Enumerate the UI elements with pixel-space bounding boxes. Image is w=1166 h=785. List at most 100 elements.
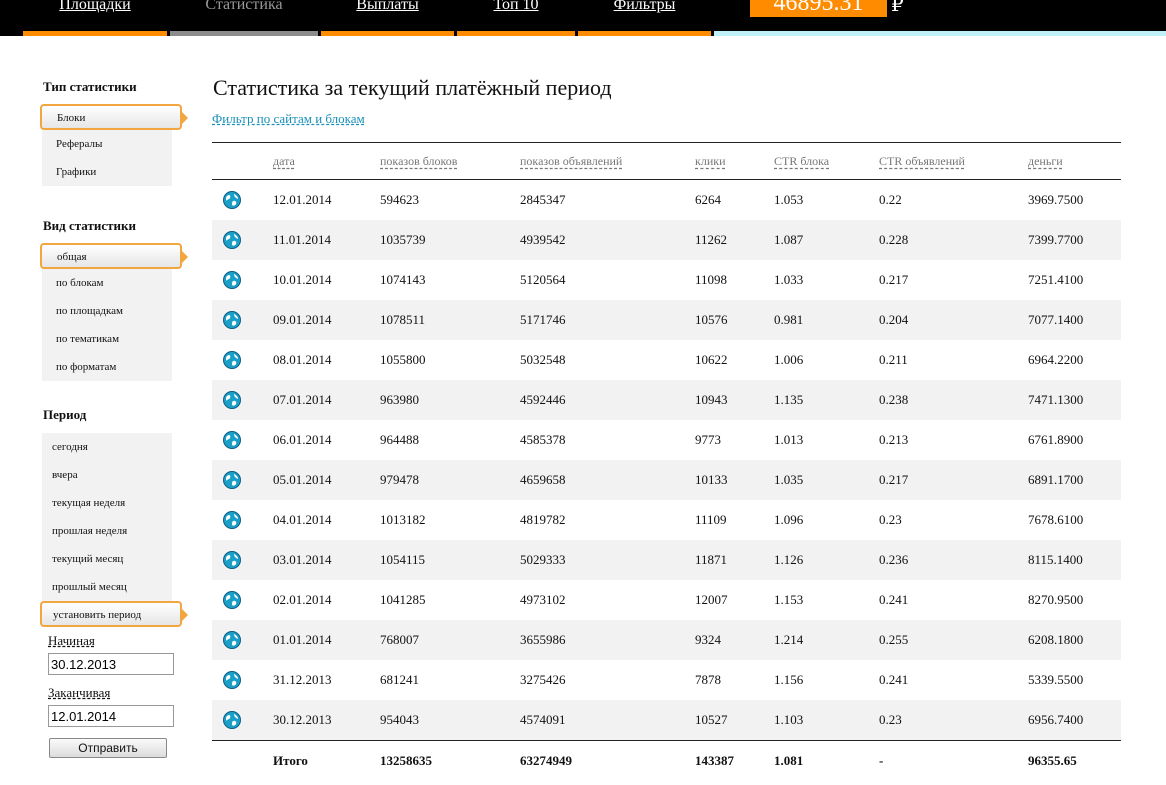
stat-view-by-platforms[interactable]: по площадкам [42, 297, 172, 325]
globe-icon[interactable] [222, 470, 242, 490]
cell-ctr-block: 1.103 [774, 712, 804, 727]
cell-ctr-block: 0.981 [774, 312, 804, 327]
globe-icon[interactable] [222, 670, 242, 690]
period-this-month[interactable]: текущий месяц [42, 545, 172, 573]
nav-item-payouts[interactable]: Выплаты [321, 0, 454, 36]
cell-ctr-ads: 0.23 [879, 712, 902, 727]
globe-icon[interactable] [222, 630, 242, 650]
cell-ad-views: 4574091 [520, 712, 566, 727]
cell-date: 10.01.2014 [273, 272, 332, 287]
total-block-views: 13258635 [380, 753, 432, 768]
cell-block-views: 1078511 [380, 312, 426, 327]
globe-icon[interactable] [222, 270, 242, 290]
cell-ctr-ads: 0.204 [879, 312, 909, 327]
cell-date: 09.01.2014 [273, 312, 332, 327]
column-header-ctr-block[interactable]: CTR блока [774, 143, 829, 180]
cell-block-views: 964488 [380, 432, 419, 447]
period-today[interactable]: сегодня [42, 433, 172, 461]
cell-clicks: 10622 [695, 352, 728, 367]
stat-type-referrals[interactable]: Рефералы [42, 130, 172, 158]
cell-ctr-block: 1.033 [774, 272, 804, 287]
table-row: 10.01.2014 1074143 5120564 11098 1.033 0.217 7… [212, 260, 1121, 300]
cell-ctr-ads: 0.211 [879, 352, 908, 367]
globe-icon[interactable] [222, 350, 242, 370]
globe-icon[interactable] [222, 230, 242, 250]
cell-money: 6964.2200 [1028, 352, 1084, 367]
period-yesterday[interactable]: вчера [42, 461, 172, 489]
period-last-month[interactable]: прошлый месяц [42, 573, 172, 601]
period-list: сегодня вчера текущая неделя прошлая нед… [40, 433, 188, 627]
table-row: 11.01.2014 1035739 4939542 11262 1.087 0.228 7… [212, 220, 1121, 260]
cell-date: 04.01.2014 [273, 512, 332, 527]
start-date-label: Начиная [48, 633, 95, 648]
cell-money: 7251.4100 [1028, 272, 1084, 287]
start-date-input[interactable] [48, 653, 174, 675]
nav-item-top10[interactable]: Топ 10 [457, 0, 575, 36]
cell-clicks: 11262 [695, 232, 728, 247]
stat-type-charts[interactable]: Графики [42, 158, 172, 186]
table-row: 12.01.2014 594623 2845347 6264 1.053 0.22 3969… [212, 180, 1121, 220]
cell-clicks: 6264 [695, 192, 721, 207]
cell-ctr-block: 1.156 [774, 672, 804, 687]
column-header-ad-views[interactable]: показов объявлений [520, 143, 622, 180]
globe-icon[interactable] [222, 510, 242, 530]
globe-icon[interactable] [222, 710, 242, 730]
globe-icon[interactable] [222, 390, 242, 410]
nav-item-statistics[interactable]: Статистика [170, 0, 318, 36]
top-navigation: Площадки Статистика Выплаты Топ 10 Фильт… [0, 0, 1166, 36]
cell-ad-views: 3275426 [520, 672, 566, 687]
submit-button[interactable]: Отправить [49, 738, 167, 758]
stats-total-row: Итого 13258635 63274949 143387 1.081 - 9… [212, 740, 1121, 780]
cell-ctr-ads: 0.217 [879, 272, 909, 287]
table-row: 03.01.2014 1054115 5029333 11871 1.126 0.236 8… [212, 540, 1121, 580]
nav-item-filters[interactable]: Фильтры [578, 0, 711, 36]
page-title: Статистика за текущий платёжный период [213, 75, 612, 100]
cell-ctr-block: 1.214 [774, 632, 804, 647]
stat-view-by-topics[interactable]: по тематикам [42, 325, 172, 353]
globe-icon[interactable] [222, 190, 242, 210]
cell-money: 5339.5500 [1028, 672, 1084, 687]
cell-block-views: 979478 [380, 472, 419, 487]
cell-ctr-block: 1.006 [774, 352, 804, 367]
column-header-date[interactable]: дата [273, 143, 295, 180]
cell-block-views: 768007 [380, 632, 419, 647]
period-last-week[interactable]: прошлая неделя [42, 517, 172, 545]
globe-icon[interactable] [222, 550, 242, 570]
filter-link[interactable]: Фильтр по сайтам и блокам [212, 111, 365, 127]
nav-item-label: Фильтры [613, 0, 676, 13]
column-header-ctr-ads[interactable]: CTR объявлений [879, 143, 965, 180]
globe-icon[interactable] [222, 590, 242, 610]
total-label: Итого [273, 753, 308, 768]
end-date-input[interactable] [48, 705, 174, 727]
nav-item-underline [321, 31, 454, 36]
cell-money: 6208.1800 [1028, 632, 1084, 647]
stat-type-blocks[interactable]: Блоки [40, 104, 188, 130]
column-header-block-views[interactable]: показов блоков [380, 143, 457, 180]
globe-icon[interactable] [222, 430, 242, 450]
column-header-money[interactable]: деньги [1028, 143, 1063, 180]
cell-clicks: 10943 [695, 392, 728, 407]
period-this-week[interactable]: текущая неделя [42, 489, 172, 517]
globe-icon[interactable] [222, 310, 242, 330]
cell-ctr-block: 1.035 [774, 472, 804, 487]
cell-block-views: 1074143 [380, 272, 426, 287]
nav-item-platforms[interactable]: Площадки [23, 0, 167, 36]
stat-view-by-formats[interactable]: по форматам [42, 353, 172, 381]
stats-table: дата показов блоков показов объявлений к… [212, 142, 1121, 780]
cell-block-views: 1041285 [380, 592, 426, 607]
stat-type-list: Блоки Рефералы Графики [40, 104, 188, 186]
table-row: 07.01.2014 963980 4592446 10943 1.135 0.238 74… [212, 380, 1121, 420]
cell-clicks: 11109 [695, 512, 727, 527]
cell-ctr-block: 1.053 [774, 192, 804, 207]
nav-item-label: Топ 10 [493, 0, 539, 13]
cell-date: 03.01.2014 [273, 552, 332, 567]
cell-ad-views: 4592446 [520, 392, 566, 407]
column-header-clicks[interactable]: клики [695, 143, 726, 180]
cell-ad-views: 5120564 [520, 272, 566, 287]
total-clicks: 143387 [695, 753, 734, 768]
period-custom[interactable]: установить период [40, 601, 188, 627]
stat-view-general[interactable]: общая [40, 243, 188, 269]
stat-type-title: Тип статистики [43, 79, 137, 94]
stat-view-by-blocks[interactable]: по блокам [42, 269, 172, 297]
total-ctr-ads: - [879, 753, 884, 768]
